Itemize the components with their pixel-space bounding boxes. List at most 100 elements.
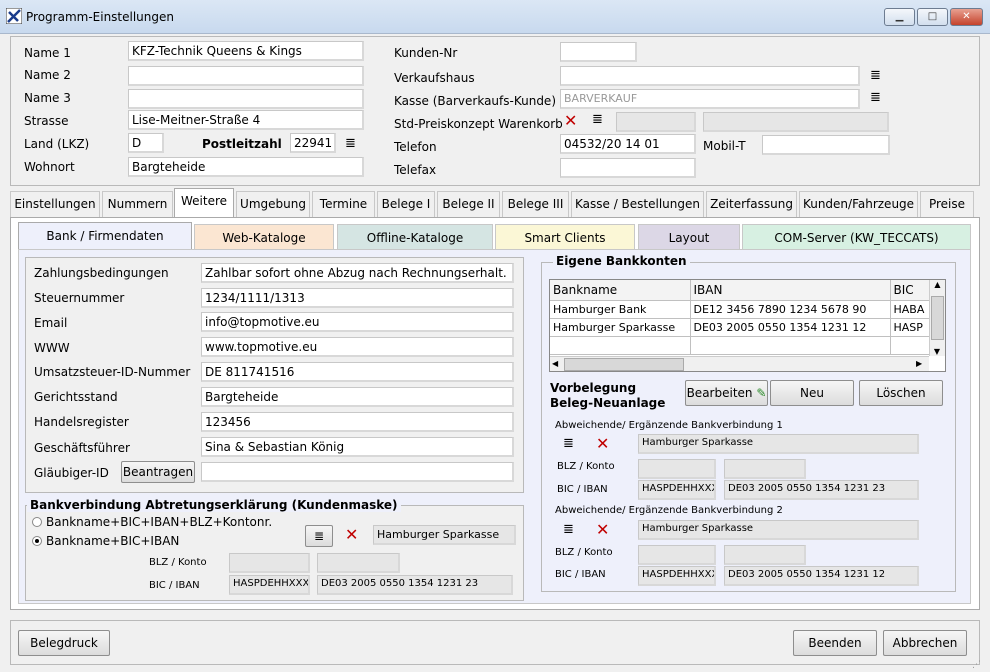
bank1-clear-icon[interactable]: ✕ [596, 436, 609, 452]
maximize-button[interactable]: □ [917, 8, 948, 26]
minimize-button[interactable]: ▁ [884, 8, 915, 26]
col-bic[interactable]: BIC [890, 280, 931, 301]
bankkonten-grid[interactable]: Bankname IBAN BIC Hamburger Bank DE12 3456 … [549, 279, 946, 372]
beantragen-button[interactable]: Beantragen [121, 461, 195, 483]
neu-button[interactable]: Neu [770, 380, 854, 406]
mobil-field[interactable] [762, 135, 890, 155]
preiskonzept-list-icon[interactable]: ≣ [592, 113, 603, 126]
ust-id-field[interactable]: DE 811741516 [201, 362, 514, 382]
bank2-clear-icon[interactable]: ✕ [596, 522, 609, 538]
tab-belege-1[interactable]: Belege I [377, 191, 435, 217]
option1-label[interactable]: Bankname+BIC+IBAN+BLZ+Kontonr. [46, 515, 272, 529]
www-field[interactable]: www.topmotive.eu [201, 337, 514, 357]
abtretung-list-icon[interactable]: ≣ [305, 525, 333, 547]
tab-weitere[interactable]: Weitere [174, 188, 234, 218]
subtab-layout[interactable]: Layout [638, 224, 740, 249]
name1-label: Name 1 [24, 46, 71, 60]
land-field[interactable]: D [128, 133, 164, 153]
cell-bic[interactable]: HASP [890, 318, 931, 337]
cell-bankname[interactable]: Hamburger Bank [550, 300, 691, 319]
handelsregister-field[interactable]: 123456 [201, 412, 514, 432]
cell-bic[interactable]: HABA [890, 300, 931, 319]
verkaufshaus-field[interactable] [560, 66, 860, 86]
zahlungsbedingungen-field[interactable]: Zahlbar sofort ohne Abzug nach Rechnungs… [201, 263, 514, 283]
bank1-blz-field [638, 459, 716, 479]
zahlungsbedingungen-label: Zahlungsbedingungen [34, 266, 169, 280]
col-bankname[interactable]: Bankname [550, 280, 691, 301]
bank2-field: Hamburger Sparkasse [638, 520, 919, 540]
scroll-up-icon[interactable]: ▲ [930, 280, 945, 289]
table-row-empty[interactable] [550, 336, 931, 355]
abbrechen-button[interactable]: Abbrechen [883, 630, 967, 656]
abtretung-clear-icon[interactable]: ✕ [345, 527, 358, 543]
option1-radio[interactable] [32, 517, 42, 527]
cell-iban[interactable]: DE12 3456 7890 1234 5678 90 [690, 300, 891, 319]
www-label: WWW [34, 341, 70, 355]
cell-bankname[interactable]: Hamburger Sparkasse [550, 318, 691, 337]
bearbeiten-button[interactable]: Bearbeiten ✎ [685, 380, 768, 406]
tab-zeiterfassung[interactable]: Zeiterfassung [706, 191, 797, 217]
gerichtsstand-field[interactable]: Bargteheide [201, 387, 514, 407]
close-button[interactable]: ✕ [950, 8, 983, 26]
tab-belege-3[interactable]: Belege III [502, 191, 569, 217]
loeschen-button[interactable]: Löschen [859, 380, 943, 406]
tab-kasse-bestellungen[interactable]: Kasse / Bestellungen [571, 191, 704, 217]
hscroll-thumb[interactable] [564, 358, 684, 371]
plz-field[interactable]: 22941 [290, 133, 336, 153]
preiskonzept-name [703, 112, 889, 132]
tab-preise[interactable]: Preise [920, 191, 974, 217]
strasse-field[interactable]: Lise-Meitner-Straße 4 [128, 110, 364, 130]
cell-iban[interactable]: DE03 2005 0550 1354 1231 12 [690, 318, 891, 337]
option2-radio[interactable] [32, 536, 42, 546]
tab-einstellungen[interactable]: Einstellungen [10, 191, 100, 217]
table-row[interactable]: Hamburger Bank DE12 3456 7890 1234 5678 9… [550, 300, 931, 319]
scroll-right-icon[interactable]: ▶ [916, 359, 922, 368]
steuernummer-label: Steuernummer [34, 291, 125, 305]
subtab-web-kataloge[interactable]: Web-Kataloge [194, 224, 334, 249]
bank2-list-icon[interactable]: ≣ [563, 523, 574, 536]
tab-termine[interactable]: Termine [312, 191, 375, 217]
name3-field[interactable] [128, 89, 364, 109]
wohnort-field[interactable]: Bargteheide [128, 157, 364, 177]
geschaeftsfuehrer-field[interactable]: Sina & Sebastian König [201, 437, 514, 457]
bank2-bic-field: HASPDEHHXXX [638, 566, 716, 586]
bank1-list-icon[interactable]: ≣ [563, 437, 574, 450]
tab-umgebung[interactable]: Umgebung [236, 191, 310, 217]
resize-grip-icon[interactable]: ⋰ [972, 660, 981, 670]
table-row[interactable]: Hamburger Sparkasse DE03 2005 0550 1354 1… [550, 318, 931, 337]
name2-field[interactable] [128, 66, 364, 86]
telefon-field[interactable]: 04532/20 14 01 [560, 134, 696, 154]
tab-kunden-fahrzeuge[interactable]: Kunden/Fahrzeuge [799, 191, 918, 217]
beenden-button[interactable]: Beenden [793, 630, 877, 656]
steuernummer-field[interactable]: 1234/1111/1313 [201, 288, 514, 308]
belegdruck-button[interactable]: Belegdruck [18, 630, 110, 656]
verkaufshaus-list-icon[interactable]: ≣ [870, 69, 881, 82]
kunden-field[interactable] [560, 42, 637, 62]
email-field[interactable]: info@topmotive.eu [201, 312, 514, 332]
bank2-bic-label: BIC / IBAN [555, 569, 606, 580]
col-iban[interactable]: IBAN [690, 280, 891, 301]
tab-nummern[interactable]: Nummern [102, 191, 173, 217]
scroll-left-icon[interactable]: ◀ [552, 359, 558, 368]
horizontal-scrollbar[interactable]: ◀ ▶ [550, 356, 929, 371]
name1-field[interactable]: KFZ-Technik Queens & Kings [128, 41, 364, 61]
ust-id-label: Umsatzsteuer-ID-Nummer [34, 365, 191, 379]
telefax-field[interactable] [560, 158, 696, 178]
eigene-bankkonten-title: Eigene Bankkonten [553, 254, 690, 268]
glaeubiger-id-field[interactable] [201, 462, 514, 482]
scroll-thumb[interactable] [931, 296, 944, 340]
tab-belege-2[interactable]: Belege II [437, 191, 500, 217]
subtab-offline-kataloge[interactable]: Offline-Kataloge [337, 224, 493, 249]
vertical-scrollbar[interactable]: ▲ ▼ [929, 280, 945, 356]
option2-label[interactable]: Bankname+BIC+IBAN [46, 534, 179, 548]
subtab-bank-firmendaten[interactable]: Bank / Firmendaten [18, 222, 192, 250]
subtab-com-server[interactable]: COM-Server (KW_TECCATS) [742, 224, 971, 249]
kasse-field[interactable]: BARVERKAUF [560, 89, 860, 109]
plz-list-icon[interactable]: ≣ [345, 137, 356, 150]
telefax-label: Telefax [394, 163, 437, 177]
scroll-down-icon[interactable]: ▼ [930, 347, 944, 356]
preiskonzept-clear-icon[interactable]: ✕ [564, 113, 577, 129]
kasse-list-icon[interactable]: ≣ [870, 91, 881, 104]
plz-label: Postleitzahl [202, 137, 282, 151]
subtab-smart-clients[interactable]: Smart Clients [495, 224, 635, 249]
